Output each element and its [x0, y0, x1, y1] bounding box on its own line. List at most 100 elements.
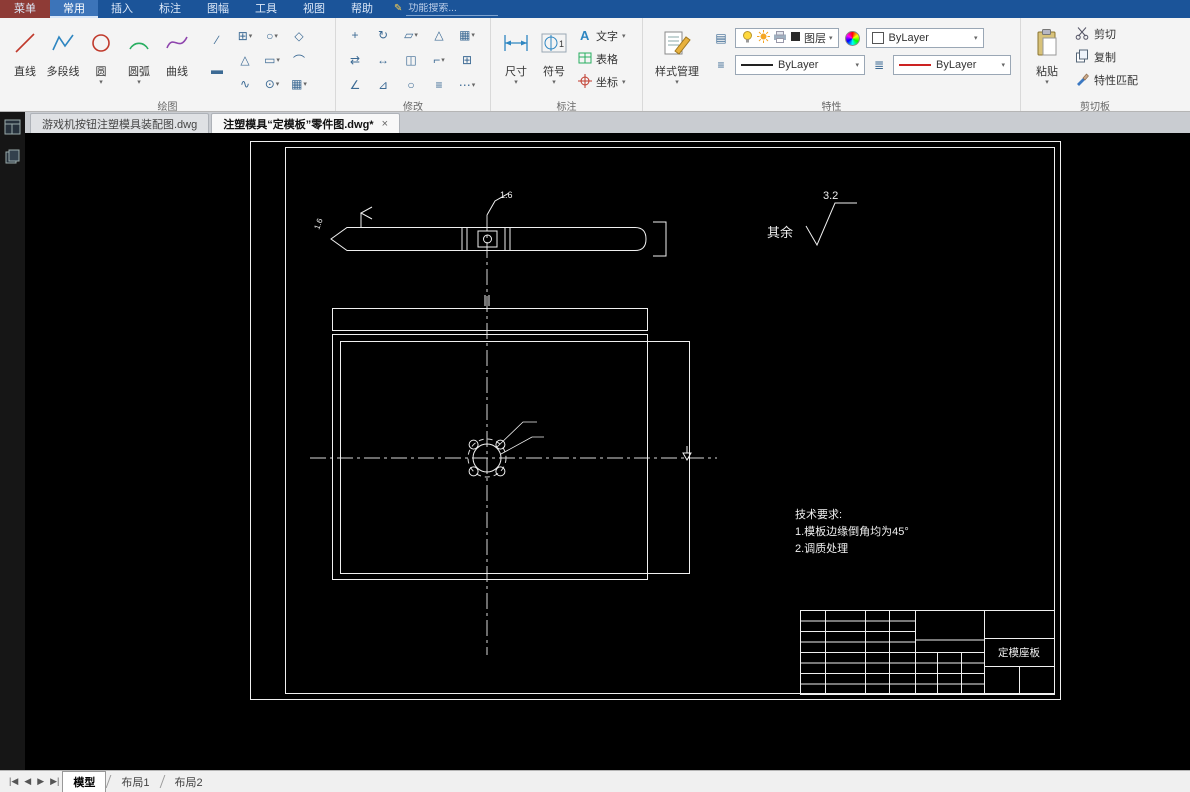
- default-roughness-label: 其余: [767, 225, 793, 240]
- layer-tools-icon[interactable]: ▤: [713, 31, 729, 45]
- panel-properties-label: 特性: [821, 102, 842, 113]
- file-tab-assembly-drawing[interactable]: 游戏机按钮注塑模具装配图.dwg: [30, 113, 210, 133]
- pattern-tool-icon[interactable]: ▦ ▾: [454, 24, 480, 46]
- dimension-tool-button[interactable]: 尺寸 ▾: [497, 21, 535, 97]
- edge-strip-view: [332, 308, 648, 331]
- linetype-control-dropdown[interactable]: ByLayer ▾: [735, 55, 865, 75]
- break-tool-icon[interactable]: ○: [398, 74, 424, 96]
- triangle-tool-icon[interactable]: △: [232, 49, 258, 71]
- dock-sheetset-icon[interactable]: [4, 149, 21, 170]
- donut-tool-icon[interactable]: ○ ▾: [259, 25, 285, 47]
- circle-dropdown-caret: ▾: [99, 79, 103, 86]
- ribbon-tab-view[interactable]: 视图: [290, 0, 338, 18]
- lineweight-value: ByLayer: [936, 59, 977, 71]
- spline-tool-button[interactable]: 曲线: [158, 21, 196, 97]
- match-properties-button[interactable]: 特性匹配: [1075, 71, 1138, 89]
- color-control-dropdown[interactable]: ByLayer ▾: [865, 28, 984, 48]
- rectangle-tool-icon[interactable]: ⊞ ▾: [232, 25, 258, 47]
- paste-icon: [1032, 25, 1062, 61]
- ribbon-tab-home[interactable]: 常用: [50, 0, 98, 18]
- grid-tool-icon[interactable]: ▦ ▾: [286, 73, 312, 95]
- color-wheel-icon[interactable]: [844, 30, 860, 46]
- explode-tool-icon[interactable]: ≡: [426, 74, 452, 96]
- layer-name-value: 图层: [804, 33, 826, 45]
- lineweight-control-dropdown[interactable]: ByLayer ▾: [893, 55, 1011, 75]
- drawing-canvas[interactable]: 1.6 1.6 其余 3.2 技术要求: 1.模板边缘倒角均为45° 2.调质处…: [25, 133, 1190, 770]
- line-tool-button[interactable]: 直线: [6, 21, 44, 97]
- layer-control-dropdown[interactable]: 图层 ▾: [735, 28, 839, 48]
- lineweight-dropdown-caret: ▾: [1001, 61, 1005, 69]
- command-search-input[interactable]: [406, 2, 499, 16]
- lineweight-sample: [899, 64, 931, 66]
- array-tool-icon[interactable]: ▱ ▾: [398, 24, 424, 46]
- svg-text:1: 1: [559, 39, 564, 49]
- ribbon-tab-bar: 菜单 常用 插入 标注 图幅 工具 视图 帮助 ✎: [0, 0, 1190, 18]
- move-tool-icon[interactable]: +: [342, 24, 368, 46]
- table-tool-button[interactable]: 表格: [578, 49, 626, 69]
- arc-dropdown-caret: ▾: [137, 79, 141, 86]
- title-block-part-name: 定模座板: [998, 646, 1040, 659]
- match-properties-label: 特性匹配: [1094, 75, 1138, 87]
- style-manager-button[interactable]: 样式管理 ▾: [649, 21, 705, 97]
- center-lines: [310, 215, 717, 655]
- layout-tab-layout1[interactable]: 布局1: [111, 771, 159, 792]
- first-sheet-button[interactable]: |◀: [9, 776, 18, 787]
- ribbon-tab-help[interactable]: 帮助: [338, 0, 386, 18]
- dimension-dropdown-caret: ▾: [514, 79, 518, 86]
- line-icon: [10, 25, 40, 61]
- arc-tool-button[interactable]: 圆弧 ▾: [120, 21, 158, 97]
- wave-tool-icon[interactable]: ∿: [232, 73, 258, 95]
- file-tab-part-drawing[interactable]: 注塑模具“定模板”零件图.dwg* ×: [211, 113, 401, 133]
- ribbon-tab-tools[interactable]: 工具: [242, 0, 290, 18]
- symbol-dropdown-caret: ▾: [552, 79, 556, 86]
- ribbon-tab-insert[interactable]: 插入: [98, 0, 146, 18]
- linetype-tools-icon[interactable]: ≡: [713, 58, 729, 72]
- more-modify-icon[interactable]: ⋯ ▾: [454, 74, 480, 96]
- panel-properties: 样式管理 ▾ ▤ 图层 ▾ ByLayer ▾ ≡ ByLayer ▾ ≣ By…: [643, 18, 1021, 113]
- chamfer-tool-icon[interactable]: ∠: [342, 74, 368, 96]
- offset-tool-icon[interactable]: ⊞: [454, 49, 480, 71]
- rotate-tool-icon[interactable]: ↻: [370, 24, 396, 46]
- lineweight-tools-icon[interactable]: ≣: [871, 58, 887, 72]
- symbol-tool-button[interactable]: 1 符号 ▾: [535, 21, 573, 97]
- panel-draw-label: 绘图: [157, 102, 178, 113]
- ribbon-tab-sheet[interactable]: 图幅: [194, 0, 242, 18]
- panel-modify-label: 修改: [403, 102, 423, 113]
- previous-sheet-button[interactable]: ◀: [24, 776, 31, 787]
- menu-button[interactable]: 菜单: [0, 0, 50, 18]
- arc-segment-tool-icon[interactable]: ⌒: [286, 49, 312, 71]
- layout-tab-layout2[interactable]: 布局2: [165, 771, 213, 792]
- dock-palette-icon[interactable]: [4, 119, 21, 140]
- region-tool-icon[interactable]: ▬: [204, 59, 230, 81]
- point-tool-icon[interactable]: ⊙ ▾: [259, 73, 285, 95]
- hatch-tool-icon[interactable]: ∕: [204, 29, 230, 51]
- align-tool-icon[interactable]: ◫: [398, 49, 424, 71]
- ribbon-tab-annotate[interactable]: 标注: [146, 0, 194, 18]
- trim-tool-icon[interactable]: ⌐ ▾: [426, 49, 452, 71]
- spline-icon: [162, 25, 192, 61]
- cut-button[interactable]: 剪切: [1075, 25, 1138, 43]
- circle-tool-button[interactable]: 圆 ▾: [82, 21, 120, 97]
- text-tool-button[interactable]: A 文字 ▾: [578, 26, 626, 46]
- panel-draw: 直线 多段线 圆 ▾ 圆弧 ▾ 曲线 ∕ ▬ ⊞ ▾ ○ ▾ ◇ △ ▭ ▾ ⌒…: [0, 18, 336, 113]
- layout-tab-model[interactable]: 模型: [62, 771, 107, 792]
- stretch-tool-icon[interactable]: ↔: [370, 49, 396, 71]
- center-hole: [467, 421, 544, 478]
- layer-dropdown-caret: ▾: [829, 34, 833, 42]
- mirror-tool-icon[interactable]: ⇄: [342, 49, 368, 71]
- paste-button[interactable]: 粘贴 ▾: [1027, 21, 1067, 97]
- last-sheet-button[interactable]: ▶|: [50, 776, 59, 787]
- fillet-tool-icon[interactable]: ⊿: [370, 74, 396, 96]
- layer-color-chip: [790, 31, 801, 45]
- close-tab-icon[interactable]: ×: [382, 118, 388, 130]
- polygon-tool-icon[interactable]: ◇: [286, 25, 312, 47]
- next-sheet-button[interactable]: ▶: [37, 776, 44, 787]
- current-color-swatch: [871, 32, 884, 44]
- scale-tool-icon[interactable]: △: [426, 24, 452, 46]
- block-tool-icon[interactable]: ▭ ▾: [259, 49, 285, 71]
- table-tool-label: 表格: [596, 54, 618, 66]
- coordinate-tool-button[interactable]: 坐标 ▾: [578, 72, 626, 92]
- copy-button[interactable]: 复制: [1075, 48, 1138, 66]
- left-dock-toolbar: [0, 112, 25, 770]
- polyline-tool-button[interactable]: 多段线: [44, 21, 82, 97]
